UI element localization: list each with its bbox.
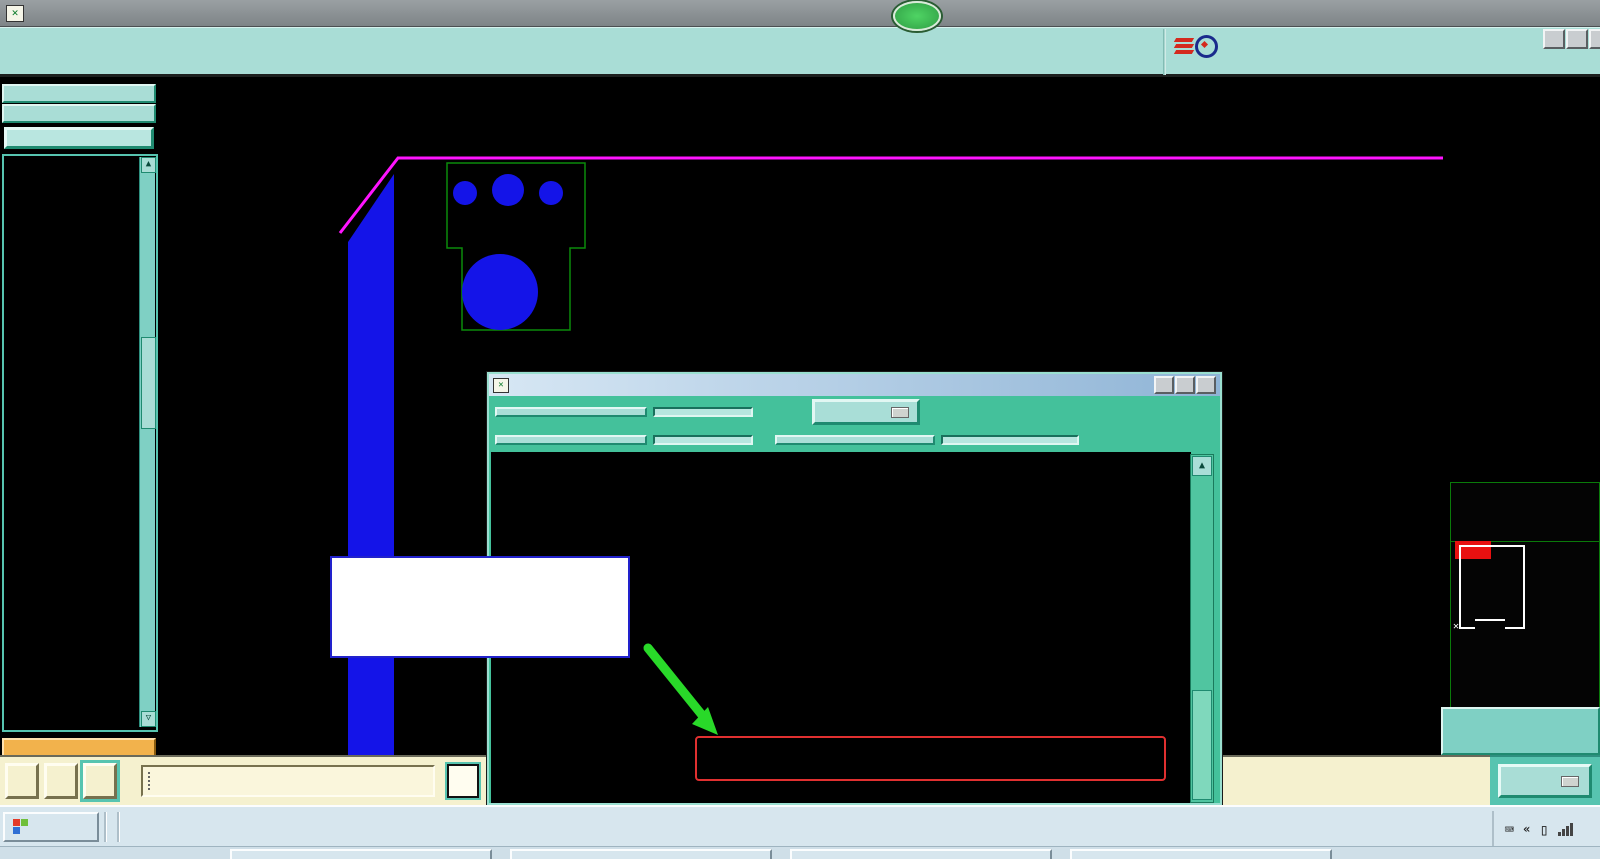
- angle-mode-button[interactable]: [44, 763, 78, 799]
- right-toolbar-column: ✕: [1450, 82, 1600, 805]
- board-thickness-input[interactable]: [653, 435, 753, 445]
- brand-separator: [1163, 29, 1166, 75]
- dialog-minimize-button[interactable]: [1154, 376, 1174, 394]
- grid-mode-button[interactable]: [83, 763, 117, 799]
- logo-speed-lines-icon: [1173, 36, 1195, 56]
- board-thickness-label: [495, 435, 647, 445]
- units-zone: [1490, 755, 1600, 805]
- dialog-maximize-button[interactable]: [1175, 376, 1195, 394]
- tolerance-annotation: [330, 556, 630, 658]
- system-tray: ⌨ « ▯: [1492, 811, 1600, 847]
- clipboard-plug-icon[interactable]: ▯: [1539, 820, 1549, 839]
- taskbar-separator: [104, 812, 107, 842]
- preview-cursor-mark: ✕: [1453, 621, 1460, 632]
- start-button[interactable]: [3, 812, 99, 842]
- dropdown-icon: [1561, 775, 1579, 787]
- job-matrix-button[interactable]: [4, 127, 154, 149]
- highlight-rectangle: [695, 736, 1166, 781]
- layer-scrollbar[interactable]: ▲ ▽: [139, 157, 156, 727]
- scroll-down-icon[interactable]: ▽: [141, 711, 156, 727]
- scroll-up-icon[interactable]: ▲: [141, 157, 156, 173]
- command-prompt-button[interactable]: [447, 764, 479, 798]
- xy-input[interactable]: [141, 765, 435, 797]
- table-scrollbar[interactable]: ▲: [1190, 454, 1214, 803]
- frontline-logo: [1173, 34, 1218, 58]
- taskbar-separator: [117, 812, 120, 842]
- dropdown-icon: [891, 406, 909, 418]
- job-label: [2, 84, 156, 103]
- slots-dropdown[interactable]: [812, 399, 920, 425]
- left-panel: ▲ ▽: [0, 82, 160, 805]
- dialog-close-button[interactable]: [1196, 376, 1216, 394]
- preview-board-outline: [1459, 545, 1525, 629]
- taskbar: ⌨ « ▯: [0, 805, 1600, 859]
- user-parameters-input[interactable]: [941, 435, 1079, 445]
- app-icon: ✕: [6, 4, 24, 22]
- snap-mode-button[interactable]: [5, 763, 39, 799]
- layer-input[interactable]: [653, 407, 753, 417]
- dialog-title-bar[interactable]: ✕: [489, 374, 1220, 396]
- graphic-editor-window: ✕ ▲ ▽ ✕ ✕ ▲ ⌨ « ▯: [0, 0, 1600, 859]
- cursor-coordinates: [1441, 707, 1600, 755]
- signal-bars-icon[interactable]: [1558, 822, 1573, 836]
- windows-flag-icon: [13, 819, 29, 835]
- dialog-icon: ✕: [493, 377, 509, 393]
- overlay-badge: [893, 1, 941, 31]
- chevron-up-icon[interactable]: «: [1523, 822, 1530, 836]
- keyboard-icon[interactable]: ⌨: [1504, 820, 1514, 839]
- taskbar-second-row: [0, 846, 1600, 859]
- layer-field-label: [495, 407, 647, 417]
- logo-o-icon: [1195, 35, 1218, 58]
- scroll-thumb[interactable]: [1192, 690, 1212, 800]
- layer-list: ▲ ▽: [2, 154, 158, 732]
- step-label: [2, 104, 156, 123]
- scroll-up-icon[interactable]: ▲: [1192, 456, 1212, 476]
- scroll-thumb[interactable]: [141, 337, 156, 429]
- title-bar[interactable]: ✕: [0, 0, 1600, 27]
- units-dropdown[interactable]: [1498, 764, 1592, 798]
- brand-area: [1173, 28, 1595, 76]
- user-parameters-label: [775, 435, 935, 445]
